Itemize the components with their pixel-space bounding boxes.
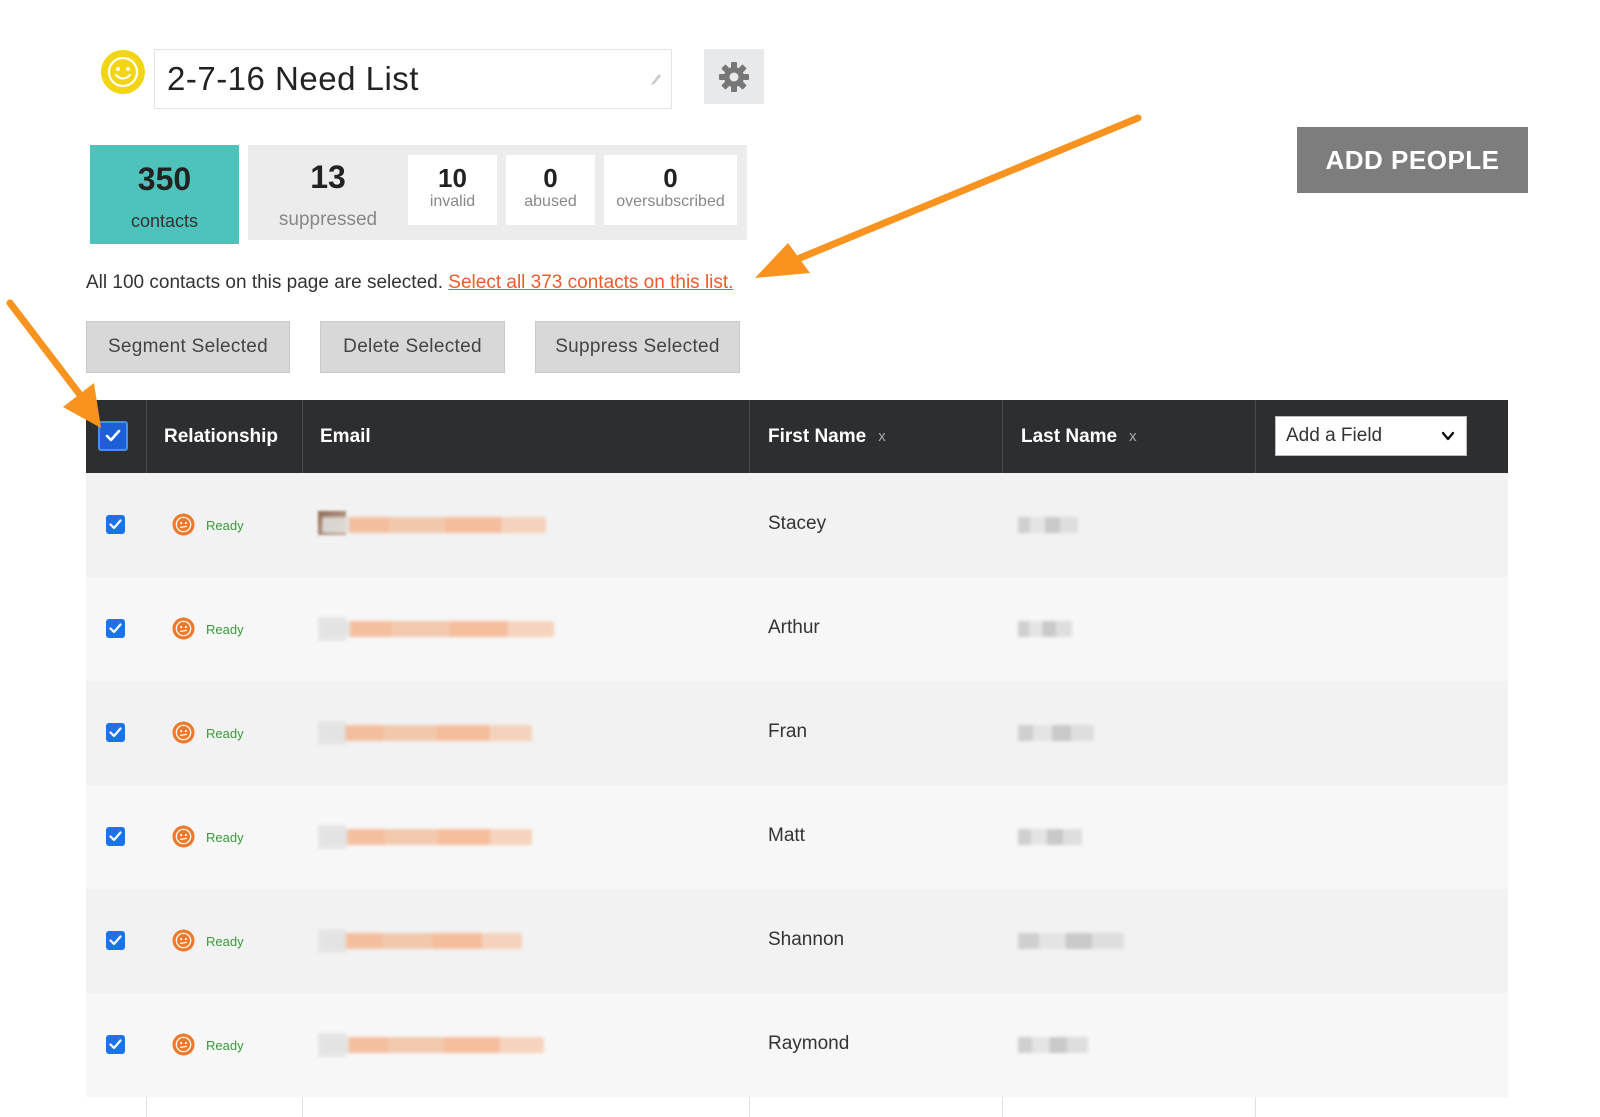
relationship-status: Ready	[206, 518, 244, 533]
settings-button[interactable]	[704, 49, 764, 104]
last-name-redacted	[1018, 725, 1094, 741]
column-last-name[interactable]: Last Name x	[1021, 400, 1137, 473]
email-redacted[interactable]	[322, 933, 522, 949]
segment-selected-button[interactable]: Segment Selected	[86, 321, 290, 373]
last-name-redacted	[1018, 517, 1078, 533]
list-title-field[interactable]: 2-7-16 Need List	[154, 49, 672, 109]
column-first-name-label: First Name	[768, 425, 867, 447]
pencil-icon[interactable]	[649, 72, 663, 86]
checkmark-icon	[109, 935, 122, 946]
add-field-selected-value: Add a Field	[1286, 425, 1383, 446]
row-checkbox[interactable]	[106, 827, 125, 846]
column-email[interactable]: Email	[320, 400, 371, 473]
first-name-cell: Shannon	[768, 929, 845, 950]
table-row[interactable]: Ready Raymond	[86, 993, 1508, 1097]
table-header: Relationship Email First Name x Last Nam…	[86, 400, 1508, 473]
last-name-redacted	[1018, 829, 1082, 845]
checkmark-icon	[109, 1039, 122, 1050]
first-name-cell: Fran	[768, 721, 808, 742]
last-name-redacted	[1018, 1037, 1088, 1053]
suppressed-stat-group: 13 suppressed 10 invalid 0 abused 0 over…	[248, 145, 747, 240]
selection-message: All 100 contacts on this page are select…	[86, 272, 733, 294]
column-relationship-label: Relationship	[164, 425, 279, 447]
row-checkbox[interactable]	[106, 619, 125, 638]
contacts-stat[interactable]: 350 contacts	[90, 145, 239, 244]
relationship-status: Ready	[206, 1038, 244, 1053]
column-email-label: Email	[320, 425, 371, 447]
table-row[interactable]: Ready Matt	[86, 785, 1508, 889]
list-title: 2-7-16 Need List	[167, 60, 419, 97]
oversubscribed-label: oversubscribed	[616, 193, 725, 210]
email-redacted[interactable]	[322, 621, 554, 637]
row-checkbox[interactable]	[106, 515, 125, 534]
email-redacted[interactable]	[322, 1037, 544, 1053]
suppress-selected-button[interactable]: Suppress Selected	[535, 321, 740, 373]
delete-selected-button[interactable]: Delete Selected	[320, 321, 505, 373]
table-row[interactable]: Ready Stacey	[86, 473, 1508, 577]
contacts-count: 350	[137, 161, 192, 197]
first-name-cell: Raymond	[768, 1033, 850, 1054]
checkmark-icon	[105, 429, 121, 442]
remove-first-name-column[interactable]: x	[878, 428, 886, 445]
email-redacted[interactable]	[322, 829, 532, 845]
add-people-button[interactable]: ADD PEOPLE	[1297, 127, 1528, 193]
gear-icon	[719, 61, 749, 92]
oversubscribed-count: 0	[663, 163, 678, 193]
table-row[interactable]: Ready Arthur	[86, 577, 1508, 681]
row-checkbox[interactable]	[106, 1035, 125, 1054]
relationship-face-icon	[172, 825, 195, 848]
invalid-stat[interactable]: 10 invalid	[408, 155, 497, 225]
column-relationship[interactable]: Relationship	[164, 400, 278, 473]
abused-count: 0	[543, 163, 558, 193]
contacts-table-body: Ready Stacey Ready Arthur Ready Fran Ready Matt…	[86, 473, 1508, 1117]
relationship-face-icon	[172, 513, 195, 536]
last-name-redacted	[1018, 933, 1124, 949]
column-first-name[interactable]: First Name x	[768, 400, 886, 473]
invalid-count: 10	[438, 163, 467, 193]
chevron-down-icon	[1441, 431, 1455, 441]
email-redacted[interactable]	[322, 517, 546, 533]
suppressed-count: 13	[310, 159, 346, 195]
add-field-select[interactable]: Add a Field	[1275, 416, 1467, 456]
abused-label: abused	[524, 193, 577, 210]
relationship-status: Ready	[206, 934, 244, 949]
remove-last-name-column[interactable]: x	[1129, 428, 1137, 445]
relationship-status: Ready	[206, 622, 244, 637]
oversubscribed-stat[interactable]: 0 oversubscribed	[604, 155, 737, 225]
abused-stat[interactable]: 0 abused	[506, 155, 595, 225]
select-all-link[interactable]: Select all 373 contacts on this list.	[448, 272, 733, 293]
relationship-status: Ready	[206, 726, 244, 741]
contacts-label: contacts	[130, 211, 199, 231]
invalid-label: invalid	[429, 193, 476, 210]
table-row[interactable]: Ready Shannon	[86, 889, 1508, 993]
relationship-face-icon	[172, 617, 195, 640]
checkmark-icon	[109, 831, 122, 842]
suppressed-label: suppressed	[278, 209, 378, 230]
checkmark-icon	[109, 519, 122, 530]
row-checkbox[interactable]	[106, 723, 125, 742]
list-smiley-icon	[101, 50, 145, 94]
relationship-face-icon	[172, 1033, 195, 1056]
first-name-cell: Stacey	[768, 513, 827, 534]
first-name-cell: Arthur	[768, 617, 820, 638]
first-name-cell: Matt	[768, 825, 805, 846]
selection-message-text: All 100 contacts on this page are select…	[86, 272, 444, 293]
checkmark-icon	[109, 623, 122, 634]
checkmark-icon	[109, 727, 122, 738]
relationship-face-icon	[172, 721, 195, 744]
select-all-checkbox[interactable]	[98, 421, 128, 451]
row-checkbox[interactable]	[106, 931, 125, 950]
annotation-arrow	[755, 114, 1142, 278]
email-redacted[interactable]	[320, 725, 532, 741]
column-last-name-label: Last Name	[1021, 425, 1118, 447]
relationship-status: Ready	[206, 830, 244, 845]
last-name-redacted	[1018, 621, 1072, 637]
relationship-face-icon	[172, 929, 195, 952]
table-row[interactable]: Ready Fran	[86, 681, 1508, 785]
